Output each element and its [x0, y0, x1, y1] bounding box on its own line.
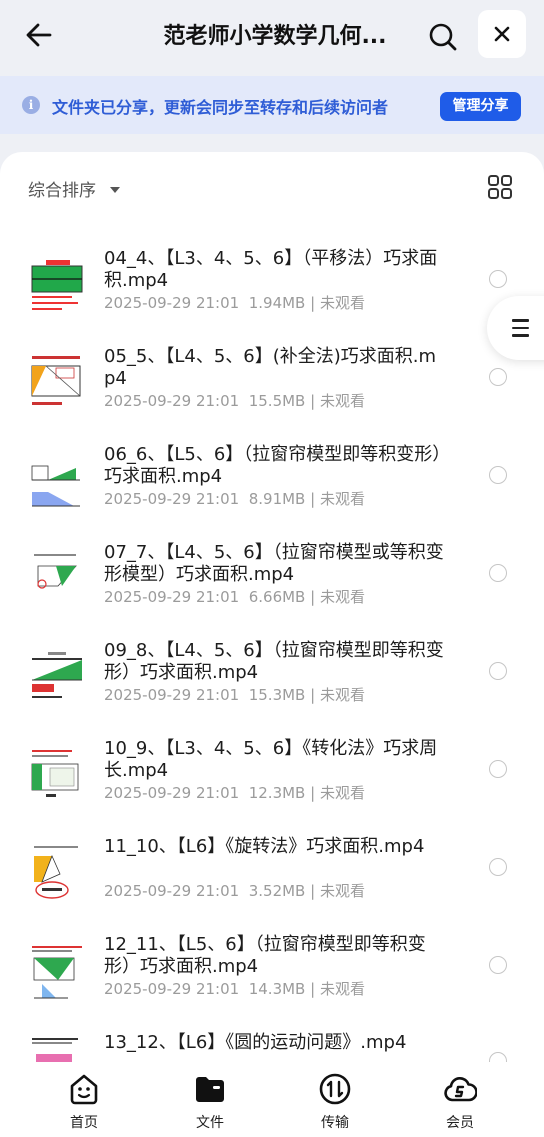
nav-home[interactable]: 首页 — [44, 1072, 124, 1132]
select-checkbox[interactable] — [489, 368, 507, 386]
file-size: 12.3MB — [248, 784, 306, 802]
menu-icon — [512, 319, 529, 342]
search-button[interactable] — [420, 14, 466, 60]
caret-down-icon — [110, 186, 120, 193]
top-bar: 范老师小学数学几何... — [0, 0, 544, 76]
file-row[interactable]: 07_7、【L4、5、6】（拉窗帘模型或等积变形模型）巧求面积.mp4 2025… — [0, 534, 544, 632]
watch-status: 未观看 — [319, 686, 365, 704]
home-smile-icon — [70, 1074, 98, 1105]
watch-status: 未观看 — [319, 588, 365, 606]
nav-files[interactable]: 文件 — [170, 1072, 250, 1132]
nav-label: 传输 — [321, 1115, 349, 1131]
file-date: 2025-09-29 21:01 — [104, 392, 240, 410]
sort-label: 综合排序 — [28, 181, 96, 201]
file-date: 2025-09-29 21:01 — [104, 686, 240, 704]
file-meta: 2025-09-29 21:01 6.66MB | 未观看 — [104, 588, 365, 606]
file-name: 06_6、【L5、6】（拉窗帘模型即等积变形）巧求面积.mp4 — [104, 444, 442, 487]
file-meta: 2025-09-29 21:01 15.5MB | 未观看 — [104, 392, 365, 410]
file-row[interactable]: 12_11、【L5、6】（拉窗帘模型即等积变形）巧求面积.mp4 2025-09… — [0, 926, 544, 1024]
file-meta: 2025-09-29 21:01 1.94MB | 未观看 — [104, 294, 365, 312]
file-meta: 2025-09-29 21:01 8.91MB | 未观看 — [104, 490, 365, 508]
side-menu-button[interactable] — [487, 296, 544, 360]
watch-status: 未观看 — [319, 980, 365, 998]
video-thumbnail — [28, 546, 86, 608]
file-date: 2025-09-29 21:01 — [104, 980, 240, 998]
manage-share-button[interactable]: 管理分享 — [440, 92, 521, 121]
select-checkbox[interactable] — [489, 662, 507, 680]
file-row[interactable]: 11_10、【L6】《旋转法》巧求面积.mp4 2025-09-29 21:01… — [0, 828, 544, 926]
file-name: 11_10、【L6】《旋转法》巧求面积.mp4 — [104, 836, 425, 857]
file-name: 07_7、【L4、5、6】（拉窗帘模型或等积变形模型）巧求面积.mp4 — [104, 542, 444, 585]
video-thumbnail — [28, 1034, 86, 1062]
select-checkbox[interactable] — [489, 466, 507, 484]
file-meta: 2025-09-29 21:01 3.52MB | 未观看 — [104, 882, 365, 900]
video-thumbnail — [28, 742, 86, 804]
bottom-nav: 首页 文件 传输 会员 — [0, 1062, 544, 1137]
file-meta: 2025-09-29 21:01 14.3MB | 未观看 — [104, 980, 365, 998]
file-row[interactable]: 10_9、【L3、4、5、6】《转化法》巧求周长.mp4 2025-09-29 … — [0, 730, 544, 828]
share-notice: 文件夹已分享，更新会同步至转存和后续访问者 — [52, 98, 389, 117]
folder-icon — [196, 1077, 224, 1102]
video-thumbnail — [28, 350, 86, 412]
nav-transfer[interactable]: 传输 — [295, 1072, 375, 1132]
watch-status: 未观看 — [319, 784, 365, 802]
file-date: 2025-09-29 21:01 — [104, 294, 240, 312]
select-checkbox[interactable] — [489, 858, 507, 876]
file-size: 15.5MB — [248, 392, 306, 410]
transfer-icon — [319, 1073, 351, 1105]
file-name: 10_9、【L3、4、5、6】《转化法》巧求周长.mp4 — [104, 738, 438, 781]
search-icon — [429, 23, 457, 51]
select-checkbox[interactable] — [489, 956, 507, 974]
file-date: 2025-09-29 21:01 — [104, 588, 240, 606]
close-icon — [494, 26, 510, 42]
file-date: 2025-09-29 21:01 — [104, 784, 240, 802]
select-checkbox[interactable] — [489, 1052, 507, 1062]
select-checkbox[interactable] — [489, 760, 507, 778]
file-date: 2025-09-29 21:01 — [104, 882, 240, 900]
file-name: 05_5、【L4、5、6】(补全法)巧求面积.mp4 — [104, 346, 437, 389]
file-size: 6.66MB — [248, 588, 306, 606]
file-row[interactable]: 04_4、【L3、4、5、6】（平移法）巧求面积.mp4 2025-09-29 … — [0, 240, 544, 338]
watch-status: 未观看 — [319, 490, 365, 508]
file-meta: 2025-09-29 21:01 15.3MB | 未观看 — [104, 686, 365, 704]
file-size: 8.91MB — [248, 490, 306, 508]
file-name: 04_4、【L3、4、5、6】（平移法）巧求面积.mp4 — [104, 248, 438, 291]
file-row[interactable]: 13_12、【L6】《圆的运动问题》.mp4 — [0, 1024, 544, 1062]
nav-label: 会员 — [446, 1115, 474, 1131]
close-button[interactable] — [478, 10, 526, 58]
video-thumbnail — [28, 938, 86, 1000]
nav-label: 文件 — [196, 1115, 224, 1131]
file-row[interactable]: 06_6、【L5、6】（拉窗帘模型即等积变形）巧求面积.mp4 2025-09-… — [0, 436, 544, 534]
file-row[interactable]: 05_5、【L4、5、6】(补全法)巧求面积.mp4 2025-09-29 21… — [0, 338, 544, 436]
file-size: 15.3MB — [248, 686, 306, 704]
watch-status: 未观看 — [319, 882, 365, 900]
arrow-left-icon — [26, 23, 52, 47]
video-thumbnail — [28, 840, 86, 902]
video-thumbnail — [28, 644, 86, 706]
file-row[interactable]: 09_8、【L4、5、6】（拉窗帘模型即等积变形）巧求面积.mp4 2025-0… — [0, 632, 544, 730]
file-meta: 2025-09-29 21:01 12.3MB | 未观看 — [104, 784, 365, 802]
video-thumbnail — [28, 252, 86, 314]
video-thumbnail — [28, 448, 86, 510]
select-checkbox[interactable] — [489, 270, 507, 288]
page-title: 范老师小学数学几何... — [163, 24, 387, 49]
file-size: 14.3MB — [248, 980, 306, 998]
back-button[interactable] — [18, 14, 60, 56]
file-date: 2025-09-29 21:01 — [104, 490, 240, 508]
file-name: 09_8、【L4、5、6】（拉窗帘模型即等积变形）巧求面积.mp4 — [104, 640, 444, 683]
file-name: 12_11、【L5、6】（拉窗帘模型即等积变形）巧求面积.mp4 — [104, 934, 426, 977]
file-name: 13_12、【L6】《圆的运动问题》.mp4 — [104, 1032, 407, 1053]
watch-status: 未观看 — [319, 392, 365, 410]
grid-view-icon[interactable] — [487, 174, 513, 200]
watch-status: 未观看 — [319, 294, 365, 312]
file-size: 1.94MB — [248, 294, 306, 312]
select-checkbox[interactable] — [489, 564, 507, 582]
nav-label: 首页 — [70, 1115, 98, 1131]
file-size: 3.52MB — [248, 882, 306, 900]
vip-cloud-icon — [444, 1077, 478, 1102]
info-icon: i — [22, 96, 40, 114]
sort-dropdown[interactable]: 综合排序 — [28, 176, 120, 201]
nav-vip[interactable]: 会员 — [420, 1072, 500, 1132]
